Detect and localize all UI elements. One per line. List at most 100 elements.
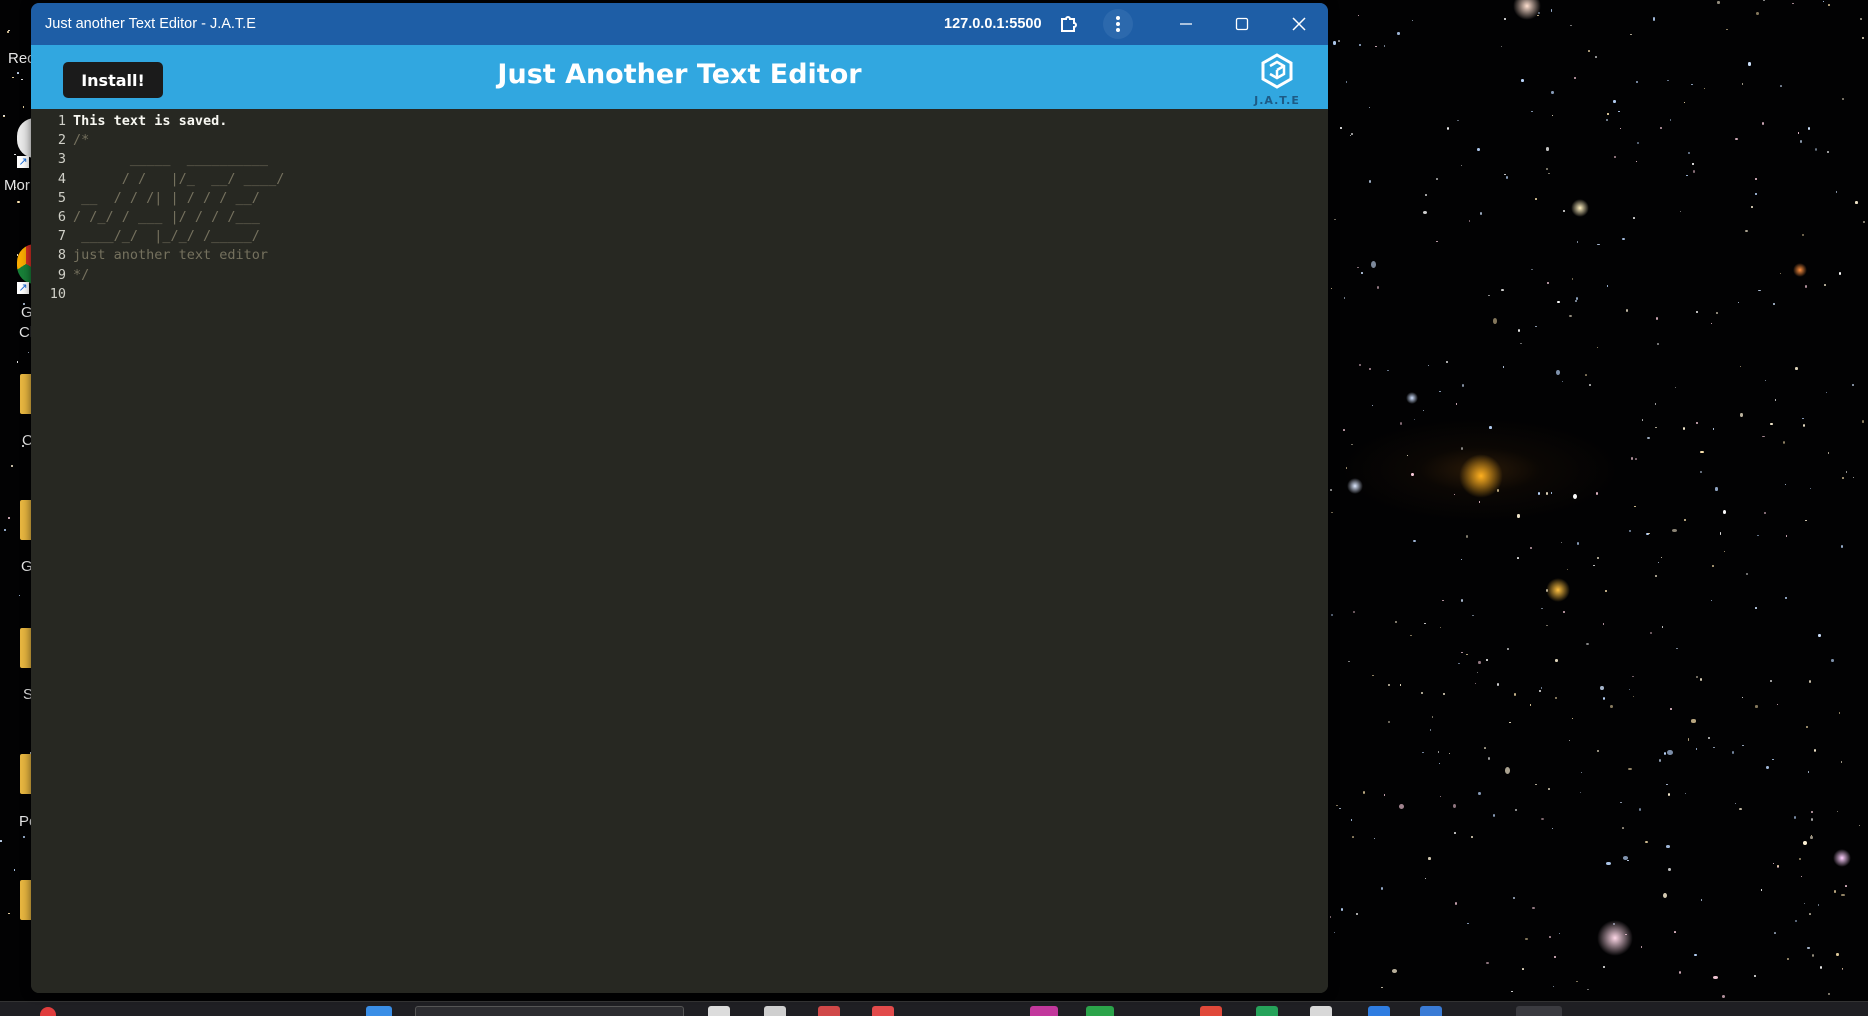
star xyxy=(7,31,10,34)
taskbar-app-icon[interactable] xyxy=(764,1006,786,1016)
code-editor[interactable]: 1 This text is saved. 2 /* 3 _____ _________… xyxy=(31,109,1328,993)
minimize-button[interactable] xyxy=(1158,3,1214,45)
taskbar-app-icon[interactable] xyxy=(872,1006,894,1016)
taskbar-app-icon[interactable] xyxy=(1086,1006,1114,1016)
taskbar-app-icon[interactable] xyxy=(366,1006,392,1016)
star xyxy=(1827,150,1830,154)
star xyxy=(1638,807,1642,811)
taskbar-app-icon[interactable] xyxy=(1310,1006,1332,1016)
star xyxy=(1773,932,1776,935)
window-titlebar[interactable]: Just another Text Editor - J.A.T.E 127.0… xyxy=(31,3,1328,45)
star xyxy=(1663,893,1668,899)
editor-line[interactable]: 7 ____/_/ |_/_/ /_____/ xyxy=(31,228,1328,247)
star xyxy=(1576,542,1580,545)
editor-line[interactable]: 2 /* xyxy=(31,132,1328,151)
code-text[interactable]: / / |/_ __/ ____/ xyxy=(73,171,285,187)
close-button[interactable] xyxy=(1270,3,1328,45)
star xyxy=(1741,697,1744,699)
taskbar-app-icon[interactable] xyxy=(818,1006,840,1016)
code-text[interactable]: _____ __________ xyxy=(73,151,268,167)
star xyxy=(1863,220,1866,224)
star xyxy=(1855,201,1858,204)
editor-line[interactable]: 8 just another text editor xyxy=(31,247,1328,266)
star xyxy=(1530,704,1532,706)
star xyxy=(1368,180,1372,183)
star xyxy=(1754,704,1759,708)
star xyxy=(1338,807,1341,810)
star xyxy=(0,840,2,842)
more-options-button[interactable] xyxy=(1100,3,1136,45)
star xyxy=(1369,367,1372,370)
app-header: Install! Just Another Text Editor J.A.T.… xyxy=(31,45,1328,109)
taskbar-app-icon[interactable] xyxy=(1516,1006,1562,1016)
star xyxy=(1800,875,1803,877)
taskbar-app-icon[interactable] xyxy=(1368,1006,1390,1016)
code-text[interactable]: This text is saved. xyxy=(73,113,227,129)
star xyxy=(1641,946,1643,948)
code-text[interactable]: ____/_/ |_/_/ /_____/ xyxy=(73,228,260,244)
star xyxy=(1411,473,1414,477)
star xyxy=(1387,369,1390,371)
desktop-icon-label[interactable]: Mor xyxy=(4,177,30,194)
star xyxy=(1808,912,1811,915)
editor-line[interactable]: 9 */ xyxy=(31,267,1328,286)
editor-line[interactable]: 4 / / |/_ __/ ____/ xyxy=(31,171,1328,190)
star xyxy=(1625,309,1629,313)
taskbar-app-icon[interactable] xyxy=(1256,1006,1278,1016)
url-display[interactable]: 127.0.0.1:5500 xyxy=(944,16,1042,32)
star xyxy=(1540,686,1543,689)
taskbar-app-icon[interactable] xyxy=(1420,1006,1442,1016)
code-text[interactable]: */ xyxy=(73,267,89,283)
weather-icon[interactable] xyxy=(40,1007,56,1016)
star xyxy=(1422,751,1424,754)
maximize-button[interactable] xyxy=(1214,3,1270,45)
star xyxy=(1532,906,1535,909)
star xyxy=(1795,919,1798,922)
star xyxy=(13,869,16,871)
star xyxy=(1537,491,1541,495)
code-text[interactable]: / /_/ / ___ |/ / / /___ xyxy=(73,209,260,225)
code-text[interactable]: __ / / /| | / / / __/ xyxy=(73,190,260,206)
star xyxy=(17,72,19,74)
star xyxy=(1659,759,1662,762)
star xyxy=(1772,303,1775,305)
star xyxy=(1726,28,1729,31)
star xyxy=(1630,457,1633,460)
star xyxy=(1422,210,1428,215)
star xyxy=(1428,857,1431,861)
editor-line[interactable]: 3 _____ __________ xyxy=(31,151,1328,170)
line-number: 6 xyxy=(57,209,66,225)
taskbar-app-icon[interactable] xyxy=(1200,1006,1222,1016)
star xyxy=(1809,487,1811,489)
star xyxy=(1852,476,1854,479)
star xyxy=(1435,178,1438,180)
code-text[interactable]: just another text editor xyxy=(73,247,268,263)
star xyxy=(1333,218,1336,220)
extension-button[interactable] xyxy=(1051,3,1087,45)
star xyxy=(1356,912,1359,916)
taskbar-search-box[interactable] xyxy=(415,1006,684,1016)
taskbar-app-icon[interactable] xyxy=(708,1006,730,1016)
star xyxy=(1600,685,1604,690)
star xyxy=(1477,672,1479,674)
star xyxy=(1373,838,1375,840)
star xyxy=(1597,243,1600,246)
editor-line[interactable]: 10 xyxy=(31,286,1328,305)
star xyxy=(1755,607,1757,610)
star xyxy=(1442,693,1445,695)
star xyxy=(1333,41,1336,45)
star xyxy=(1734,803,1736,805)
editor-line[interactable]: 1 This text is saved. xyxy=(31,113,1328,132)
star xyxy=(1669,119,1672,122)
star xyxy=(1586,642,1589,645)
star xyxy=(1700,898,1703,901)
taskbar-app-icon[interactable] xyxy=(1030,1006,1058,1016)
star xyxy=(1525,937,1528,941)
star xyxy=(1350,443,1353,446)
editor-line[interactable]: 6 / /_/ / ___ |/ / / /___ xyxy=(31,209,1328,228)
star xyxy=(1478,501,1481,503)
editor-line[interactable]: 5 __ / / /| | / / / __/ xyxy=(31,190,1328,209)
star xyxy=(1724,550,1726,552)
code-text[interactable]: /* xyxy=(73,132,89,148)
star xyxy=(1361,272,1364,274)
